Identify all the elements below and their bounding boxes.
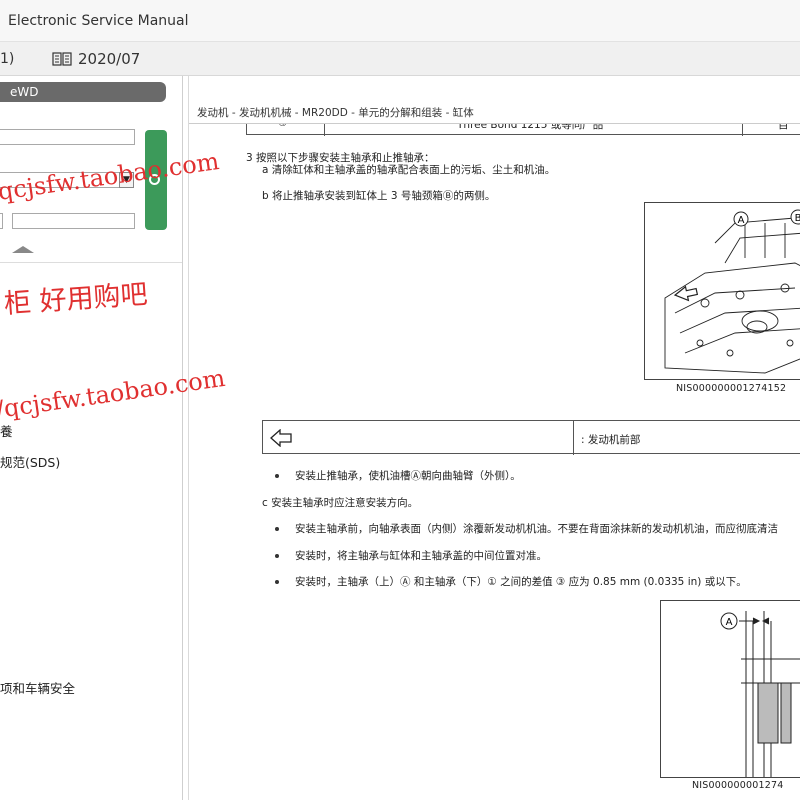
book-icon[interactable] (52, 52, 72, 66)
nav-item-sds[interactable]: 规范(SDS) (0, 452, 60, 471)
panel-divider (0, 262, 182, 263)
step-3a: a 清除缸体和主轴承盖的轴承配合表面上的污垢、尘土和机油。 (262, 164, 556, 176)
toolbar-fragment: 1) (0, 51, 15, 67)
legend-front-label: : 发动机前部 (581, 434, 641, 446)
search-input-2[interactable] (0, 213, 3, 229)
bullet (275, 580, 279, 584)
arrow-left-icon (270, 429, 292, 447)
breadcrumb: 发动机 - 发动机机械 - MR20DD - 单元的分解和组装 - 缸体 (197, 107, 474, 119)
bearing-drawing: A (720, 611, 800, 777)
bullet (275, 474, 279, 478)
figure2-caption: NIS000000001274 (692, 780, 784, 791)
window-title: Electronic Service Manual (8, 13, 189, 29)
toolbar: 1) 2020/07 (0, 42, 800, 76)
title-bar: Electronic Service Manual (0, 0, 800, 42)
bullet (275, 527, 279, 531)
step-3c: c 安装主轴承时应注意安装方向。 (262, 497, 419, 509)
collapse-up-icon[interactable] (12, 246, 34, 253)
nav-item-1[interactable]: 養 (0, 421, 13, 440)
figure1-label-a: A (738, 215, 745, 226)
breadcrumb-divider (189, 123, 800, 124)
figure2-label-a: A (726, 617, 733, 628)
bullet (275, 554, 279, 558)
ewd-tab[interactable]: eWD (0, 82, 166, 102)
step-3b: b 将止推轴承安装到缸体上 3 号轴颈箱Ⓑ的两侧。 (262, 190, 496, 202)
bullet-4: 安装时，主轴承（上）Ⓐ 和主轴承（下）① 之间的差值 ③ 应为 0.85 mm … (295, 576, 747, 588)
legend-table: : 发动机前部 (262, 420, 800, 455)
bullet-2: 安装主轴承前，向轴承表面（内侧）涂覆新发动机机油。不要在背面涂抹新的发动机机油，… (295, 523, 778, 535)
search-input-1[interactable] (0, 129, 135, 145)
nav-item-safety[interactable]: 项和车辆安全 (0, 678, 75, 697)
bullet-3: 安装时，将主轴承与缸体和主轴承盖的中间位置对准。 (295, 550, 547, 562)
manual-date: 2020/07 (78, 50, 141, 68)
figure1-caption: NIS000000001274152 (676, 383, 787, 394)
figure1-label-b: B (795, 213, 800, 224)
search-input-3[interactable] (12, 213, 135, 229)
engine-block-drawing: A B (664, 209, 800, 374)
bearing-figure: A (660, 600, 800, 778)
document-pane: ④ Three Bond 1215 或等同产品 自 发动机 - 发动机机械 - … (188, 76, 800, 800)
engine-block-figure: A B (644, 202, 800, 380)
bullet-1: 安装止推轴承，使机油槽Ⓐ朝向曲轴臂（外侧）。 (295, 470, 521, 482)
